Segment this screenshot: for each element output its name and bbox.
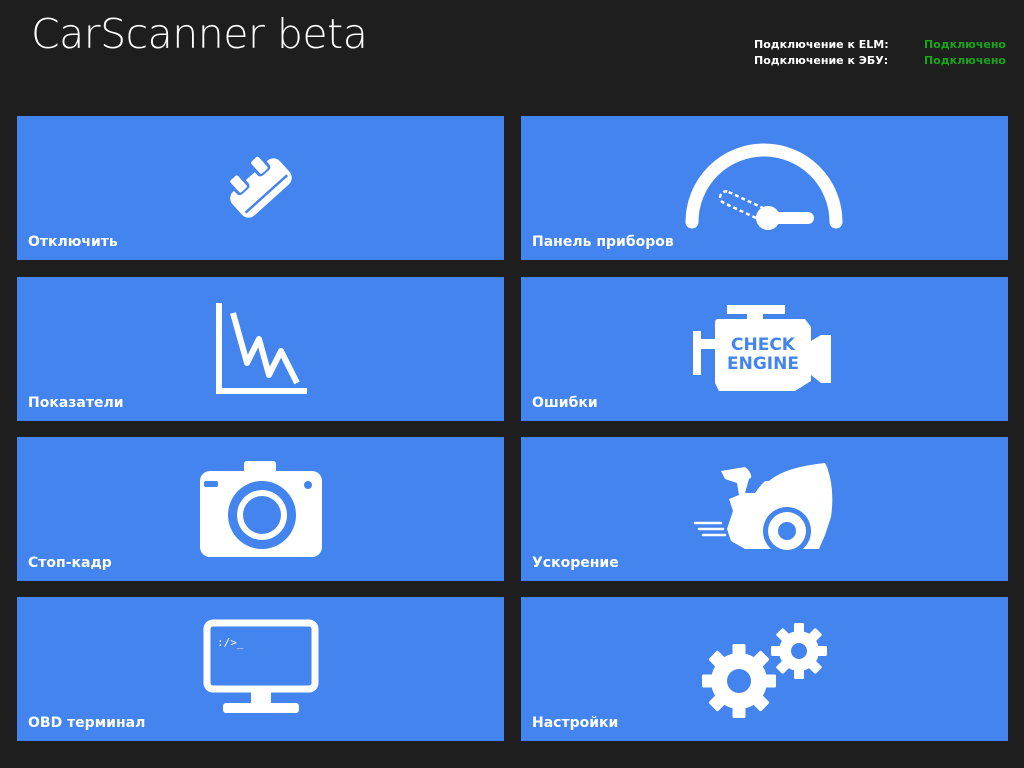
tile-label: Отключить xyxy=(28,234,118,250)
ecu-status-row: Подключение к ЭБУ: Подключено xyxy=(754,53,1006,69)
app-title: CarScanner beta xyxy=(31,10,368,58)
tile-label: Ускорение xyxy=(532,555,619,571)
tile-settings[interactable]: Настройки xyxy=(521,597,1008,741)
ecu-status-label: Подключение к ЭБУ: xyxy=(754,54,889,67)
terminal-prompt-text: :/>_ xyxy=(217,636,244,649)
tile-dashboard[interactable]: Панель приборов xyxy=(521,116,1008,260)
tile-label: Стоп-кадр xyxy=(28,555,112,571)
tile-label: Настройки xyxy=(532,715,619,731)
tile-acceleration[interactable]: Ускорение xyxy=(521,437,1008,581)
svg-text:CHECK: CHECK xyxy=(731,335,796,355)
ecu-status-value: Подключено xyxy=(923,54,1006,67)
tile-errors[interactable]: CHECK ENGINE Ошибки xyxy=(521,277,1008,421)
app-window: CarScanner beta Подключение к ELM: Подкл… xyxy=(0,0,1024,768)
tile-indicators[interactable]: Показатели xyxy=(17,277,504,421)
elm-status-value: Подключено xyxy=(923,38,1006,51)
tile-disconnect[interactable]: Отключить xyxy=(17,116,504,260)
tile-label: OBD терминал xyxy=(28,715,146,731)
tile-freeze-frame[interactable]: Стоп-кадр xyxy=(17,437,504,581)
tile-obd-terminal[interactable]: :/>_ OBD терминал xyxy=(17,597,504,741)
tile-label: Ошибки xyxy=(532,395,598,411)
svg-text:ENGINE: ENGINE xyxy=(727,354,799,374)
tile-label: Показатели xyxy=(28,395,124,411)
elm-status-label: Подключение к ELM: xyxy=(754,38,889,51)
tile-label: Панель приборов xyxy=(532,234,674,250)
connection-status: Подключение к ELM: Подключено Подключени… xyxy=(754,37,1006,69)
elm-status-row: Подключение к ELM: Подключено xyxy=(754,37,1006,53)
